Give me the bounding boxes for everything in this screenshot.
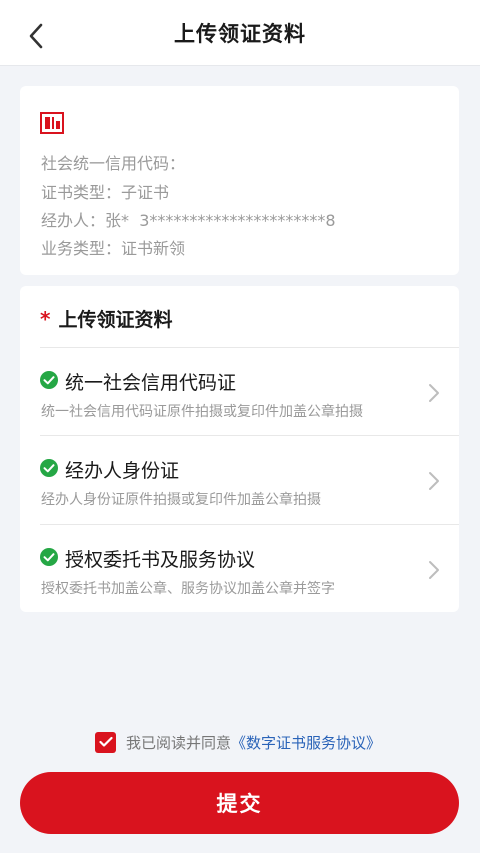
upload-item-credit-code-cert[interactable]: 统一社会信用代码证 统一社会信用代码证原件拍摄或复印件加盖公章拍摄: [20, 348, 459, 436]
business-type-value: 证书新领: [121, 239, 186, 258]
submit-button[interactable]: 提交: [20, 772, 459, 834]
required-mark: *: [40, 306, 51, 331]
chevron-right-icon: [429, 561, 439, 579]
certificate-info-card: 社会统一信用代码： 证书类型：子证书 经办人：张* 3*************…: [20, 86, 459, 275]
business-type-label: 业务类型：: [41, 239, 122, 258]
upload-item-operator-id[interactable]: 经办人身份证 经办人身份证原件拍摄或复印件加盖公章拍摄: [20, 436, 459, 524]
chevron-left-icon: [29, 23, 43, 49]
upload-item-title: 授权委托书及服务协议: [65, 549, 256, 571]
credit-code-row: 社会统一信用代码：: [41, 150, 185, 174]
operator-value: 张* 3**********************8: [105, 211, 336, 230]
check-circle-icon: [40, 548, 58, 566]
cert-type-label: 证书类型：: [41, 183, 122, 202]
upload-item-authorization[interactable]: 授权委托书及服务协议 授权委托书加盖公章、服务协议加盖公章并签字: [20, 525, 459, 613]
operator-label: 经办人：: [41, 211, 106, 230]
cert-type-value: 子证书: [121, 183, 170, 202]
agreement-row: 我已阅读并同意 《数字证书服务协议》: [95, 730, 381, 754]
credit-code-label: 社会统一信用代码：: [41, 154, 186, 173]
agreement-text: 我已阅读并同意: [126, 733, 232, 752]
check-circle-icon: [40, 371, 58, 389]
upload-item-desc: 统一社会信用代码证原件拍摄或复印件加盖公章拍摄: [41, 404, 363, 420]
cert-type-row: 证书类型：子证书: [41, 179, 169, 203]
agreement-checkbox[interactable]: [95, 731, 116, 753]
checkmark-icon: [98, 736, 113, 747]
service-agreement-link[interactable]: 《数字证书服务协议》: [231, 732, 381, 753]
red-building-logo: [40, 112, 64, 134]
upload-item-desc: 授权委托书加盖公章、服务协议加盖公章并签字: [41, 581, 335, 597]
section-title: * 上传领证资料: [40, 305, 172, 332]
upload-item-desc: 经办人身份证原件拍摄或复印件加盖公章拍摄: [41, 492, 321, 508]
section-title-text: 上传领证资料: [58, 309, 173, 331]
chevron-right-icon: [429, 384, 439, 402]
top-bar: 上传领证资料: [0, 0, 480, 66]
upload-item-title: 统一社会信用代码证: [65, 372, 237, 394]
chevron-right-icon: [429, 472, 439, 490]
check-circle-icon: [40, 459, 58, 477]
business-type-row: 业务类型：证书新领: [41, 235, 185, 259]
page-title: 上传领证资料: [174, 21, 306, 46]
upload-item-title: 经办人身份证: [65, 460, 180, 482]
back-button[interactable]: [22, 22, 50, 50]
operator-row: 经办人：张* 3**********************8: [41, 207, 336, 231]
upload-materials-card: * 上传领证资料 统一社会信用代码证 统一社会信用代码证原件拍摄或复印件加盖公章…: [20, 286, 459, 612]
